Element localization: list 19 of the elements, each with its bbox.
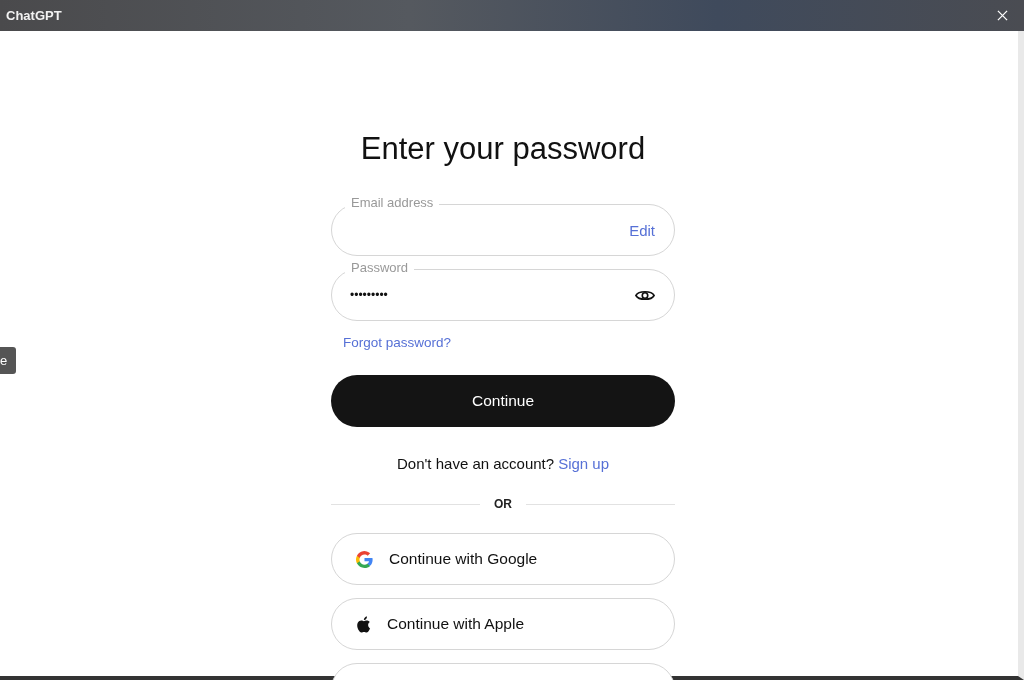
side-tab[interactable]: e — [0, 347, 17, 374]
continue-button[interactable]: Continue — [331, 375, 675, 427]
email-field[interactable]: Email address Edit — [331, 195, 675, 256]
password-value: ••••••••• — [350, 288, 388, 302]
close-icon[interactable] — [997, 10, 1008, 21]
signup-prompt: Don't have an account? — [397, 455, 555, 472]
page-heading: Enter your password — [359, 131, 647, 167]
apple-sign-in-button[interactable]: Continue with Apple — [331, 598, 675, 650]
password-field[interactable]: Password ••••••••• — [331, 260, 675, 321]
window-title: ChatGPT — [6, 8, 62, 23]
google-icon — [356, 550, 373, 568]
apple-icon — [356, 615, 371, 633]
google-sign-in-button[interactable]: Continue with Google — [331, 533, 675, 585]
forgot-password-link[interactable]: Forgot password? — [343, 335, 452, 350]
field-label: Email address — [345, 195, 440, 210]
or-divider-label: OR — [494, 497, 512, 511]
field-label: Password — [345, 260, 415, 275]
signup-link[interactable]: Sign up — [558, 455, 609, 472]
edit-link[interactable]: Edit — [629, 221, 655, 239]
